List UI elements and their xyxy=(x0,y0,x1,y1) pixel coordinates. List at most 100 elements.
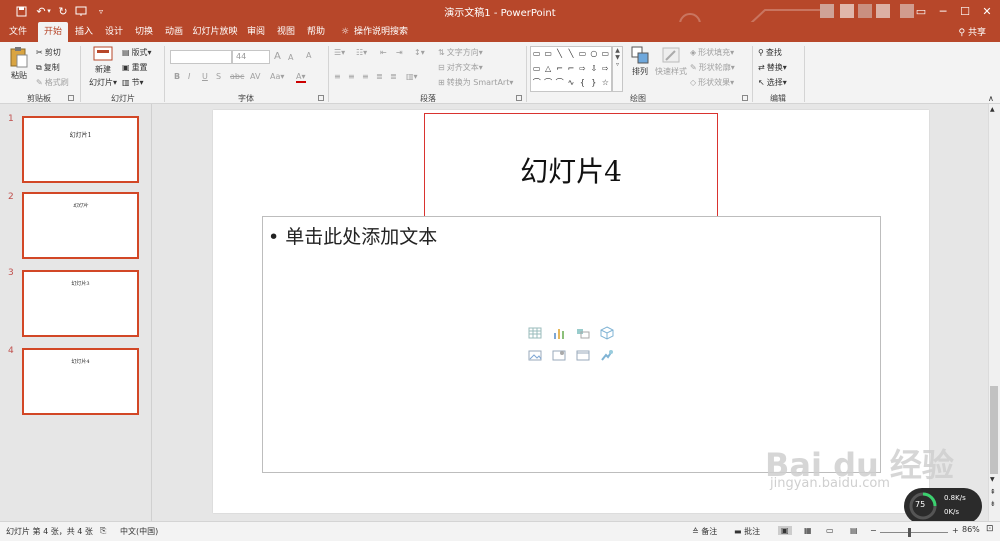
shape-option[interactable]: } xyxy=(588,76,599,91)
shadow-button[interactable]: S xyxy=(216,72,221,81)
cut-button[interactable]: ✂ 剪切 xyxy=(36,47,61,58)
shape-option[interactable]: ⌐ xyxy=(565,62,576,77)
shape-option[interactable]: ⌒ xyxy=(554,76,565,91)
shrink-font-icon[interactable]: A xyxy=(288,53,293,62)
bullets-icon[interactable]: ☰▾ xyxy=(334,48,345,57)
arrange-button[interactable]: 排列 xyxy=(628,46,652,77)
align-right-icon[interactable]: ≡ xyxy=(362,72,369,81)
columns-icon[interactable]: ▥▾ xyxy=(406,72,418,81)
shape-outline-button[interactable]: ✎ 形状轮廓▾ xyxy=(690,62,735,73)
lightbulb-icon[interactable]: ☼ xyxy=(338,22,352,42)
shape-option[interactable]: ╲ xyxy=(554,47,565,62)
tell-me-search[interactable]: 操作说明搜索 xyxy=(354,22,408,42)
line-spacing-icon[interactable]: ↕▾ xyxy=(414,48,425,57)
slide-thumbnail-2[interactable]: 幻灯片 xyxy=(22,192,139,259)
new-slide-button[interactable]: 新建 幻灯片▾ xyxy=(88,46,118,88)
tab-slideshow[interactable]: 幻灯片放映 xyxy=(192,22,238,42)
justify-icon[interactable]: ≣ xyxy=(376,72,383,81)
zoom-level[interactable]: 86% xyxy=(962,525,980,534)
align-center-icon[interactable]: ≡ xyxy=(348,72,355,81)
tab-review[interactable]: 审阅 xyxy=(244,22,268,42)
drawing-launcher-icon[interactable] xyxy=(742,95,748,101)
shape-option[interactable]: ▭ xyxy=(577,47,588,62)
tab-animations[interactable]: 动画 xyxy=(162,22,186,42)
increase-indent-icon[interactable]: ⇥ xyxy=(396,48,403,57)
slide-sorter-icon[interactable]: ▦ xyxy=(804,526,812,535)
shape-option[interactable]: △ xyxy=(542,62,553,77)
reading-view-icon[interactable]: ▭ xyxy=(826,526,834,535)
tab-insert[interactable]: 插入 xyxy=(72,22,96,42)
shape-option[interactable]: ○ xyxy=(588,47,599,62)
shape-option[interactable]: { xyxy=(577,76,588,91)
paste-button[interactable]: 粘贴 xyxy=(8,46,30,81)
language-status[interactable]: 中文(中国) xyxy=(120,526,158,537)
grow-font-icon[interactable]: A xyxy=(274,51,281,62)
scroll-down-icon[interactable]: ▼ xyxy=(990,476,995,483)
spellcheck-icon[interactable]: ⎘ xyxy=(100,526,106,536)
close-icon[interactable]: ✕ xyxy=(978,3,996,19)
slide-thumbnail-4[interactable]: 幻灯片4 xyxy=(22,348,139,415)
align-text-button[interactable]: ⊟ 对齐文本▾ xyxy=(438,62,483,73)
shape-option[interactable]: ▭ xyxy=(531,47,542,62)
distributed-icon[interactable]: ≣ xyxy=(390,72,397,81)
previous-slide-icon[interactable]: ⇞ xyxy=(990,488,996,496)
scrollbar-thumb[interactable] xyxy=(990,386,998,474)
shape-option[interactable]: ⇨ xyxy=(600,62,611,77)
shape-effects-button[interactable]: ◇ 形状效果▾ xyxy=(690,77,734,88)
ribbon-display-icon[interactable]: ▭ xyxy=(912,3,930,19)
insert-online-picture-icon[interactable] xyxy=(552,348,566,362)
layout-button[interactable]: ▤ 版式▾ xyxy=(122,47,152,58)
content-prompt[interactable]: • 单击此处添加文本 xyxy=(268,222,437,249)
select-button[interactable]: ↖ 选择▾ xyxy=(758,77,787,88)
numbering-icon[interactable]: ☷▾ xyxy=(356,48,367,57)
insert-3d-model-icon[interactable] xyxy=(600,326,614,340)
zoom-in-icon[interactable]: + xyxy=(952,526,959,535)
copy-button[interactable]: ⧉ 复制 xyxy=(36,62,60,73)
shape-fill-button[interactable]: ◈ 形状填充▾ xyxy=(690,47,734,58)
replace-button[interactable]: ⇄ 替换▾ xyxy=(758,62,787,73)
insert-table-icon[interactable] xyxy=(528,326,542,340)
shape-option[interactable]: ⇩ xyxy=(588,62,599,77)
find-button[interactable]: ⚲ 查找 xyxy=(758,47,782,58)
smartart-button[interactable]: ⊞ 转换为 SmartArt▾ xyxy=(438,77,513,88)
strikethrough-button[interactable]: abc xyxy=(230,72,244,81)
format-painter-button[interactable]: ✎ 格式刷 xyxy=(36,77,69,88)
maximize-icon[interactable]: ☐ xyxy=(956,3,974,19)
shape-option[interactable]: ╲ xyxy=(565,47,576,62)
bold-button[interactable]: B xyxy=(174,72,180,81)
shape-option[interactable]: ⌐ xyxy=(554,62,565,77)
shape-option[interactable]: ⇨ xyxy=(577,62,588,77)
slide-title[interactable]: 幻灯片4 xyxy=(424,150,718,190)
tab-file[interactable]: 文件 xyxy=(6,22,30,42)
insert-video-icon[interactable] xyxy=(576,348,590,362)
insert-chart-icon[interactable] xyxy=(552,326,566,340)
text-direction-button[interactable]: ⇅ 文字方向▾ xyxy=(438,47,483,58)
normal-view-icon[interactable]: ▣ xyxy=(778,526,792,535)
shape-option[interactable]: ☆ xyxy=(600,76,611,91)
italic-button[interactable]: I xyxy=(188,72,190,81)
insert-icons-icon[interactable] xyxy=(600,348,614,362)
share-button[interactable]: ⚲ 共享 xyxy=(959,25,986,38)
shape-option[interactable]: ∿ xyxy=(565,76,576,91)
zoom-out-icon[interactable]: − xyxy=(870,526,877,535)
underline-button[interactable]: U xyxy=(202,72,208,81)
tab-help[interactable]: 帮助 xyxy=(304,22,328,42)
section-button[interactable]: ▥ 节▾ xyxy=(122,77,144,88)
next-slide-icon[interactable]: ⇟ xyxy=(990,500,996,508)
change-case-button[interactable]: Aa▾ xyxy=(270,72,284,81)
font-size-combo[interactable]: 44 xyxy=(232,50,270,64)
clipboard-launcher-icon[interactable] xyxy=(68,95,74,101)
slide-thumbnail-3[interactable]: 幻灯片3 xyxy=(22,270,139,337)
slideshow-view-icon[interactable]: ▤ xyxy=(850,526,858,535)
notes-button[interactable]: ≙ 备注 xyxy=(692,526,717,537)
insert-smartart-icon[interactable] xyxy=(576,326,590,340)
clear-format-icon[interactable]: A xyxy=(306,51,311,60)
tab-transitions[interactable]: 切换 xyxy=(132,22,156,42)
quick-styles-button[interactable]: 快速样式 xyxy=(655,46,687,77)
shape-option[interactable]: ⌒ xyxy=(542,76,553,91)
content-placeholder[interactable] xyxy=(262,216,881,473)
fit-to-window-icon[interactable]: ⊡ xyxy=(986,524,994,534)
zoom-slider[interactable] xyxy=(880,532,948,533)
zoom-slider-knob[interactable] xyxy=(908,528,911,537)
char-spacing-button[interactable]: AV xyxy=(250,72,260,81)
